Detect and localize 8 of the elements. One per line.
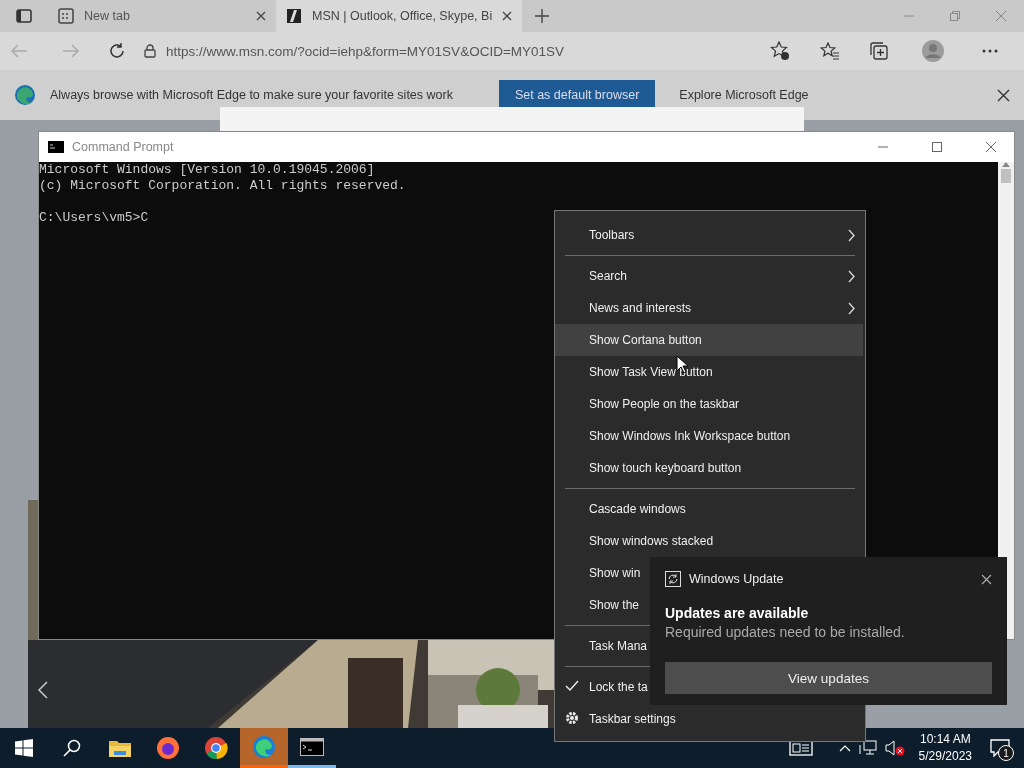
- notification-body: Required updates need to be installed.: [665, 624, 906, 640]
- notification-count: 1: [998, 745, 1014, 761]
- window-title: Command Prompt: [72, 140, 174, 154]
- console-line: Microsoft Windows [Version 10.0.19045.2006]: [39, 162, 375, 178]
- infobar-message: Always browse with Microsoft Edge to make sure your favorite sites work: [50, 88, 453, 102]
- console-line: (c) Microsoft Corporation. All rights reserved.: [39, 178, 406, 194]
- notification-title: Updates are available: [665, 605, 810, 621]
- notification-app: Windows Update: [689, 572, 784, 586]
